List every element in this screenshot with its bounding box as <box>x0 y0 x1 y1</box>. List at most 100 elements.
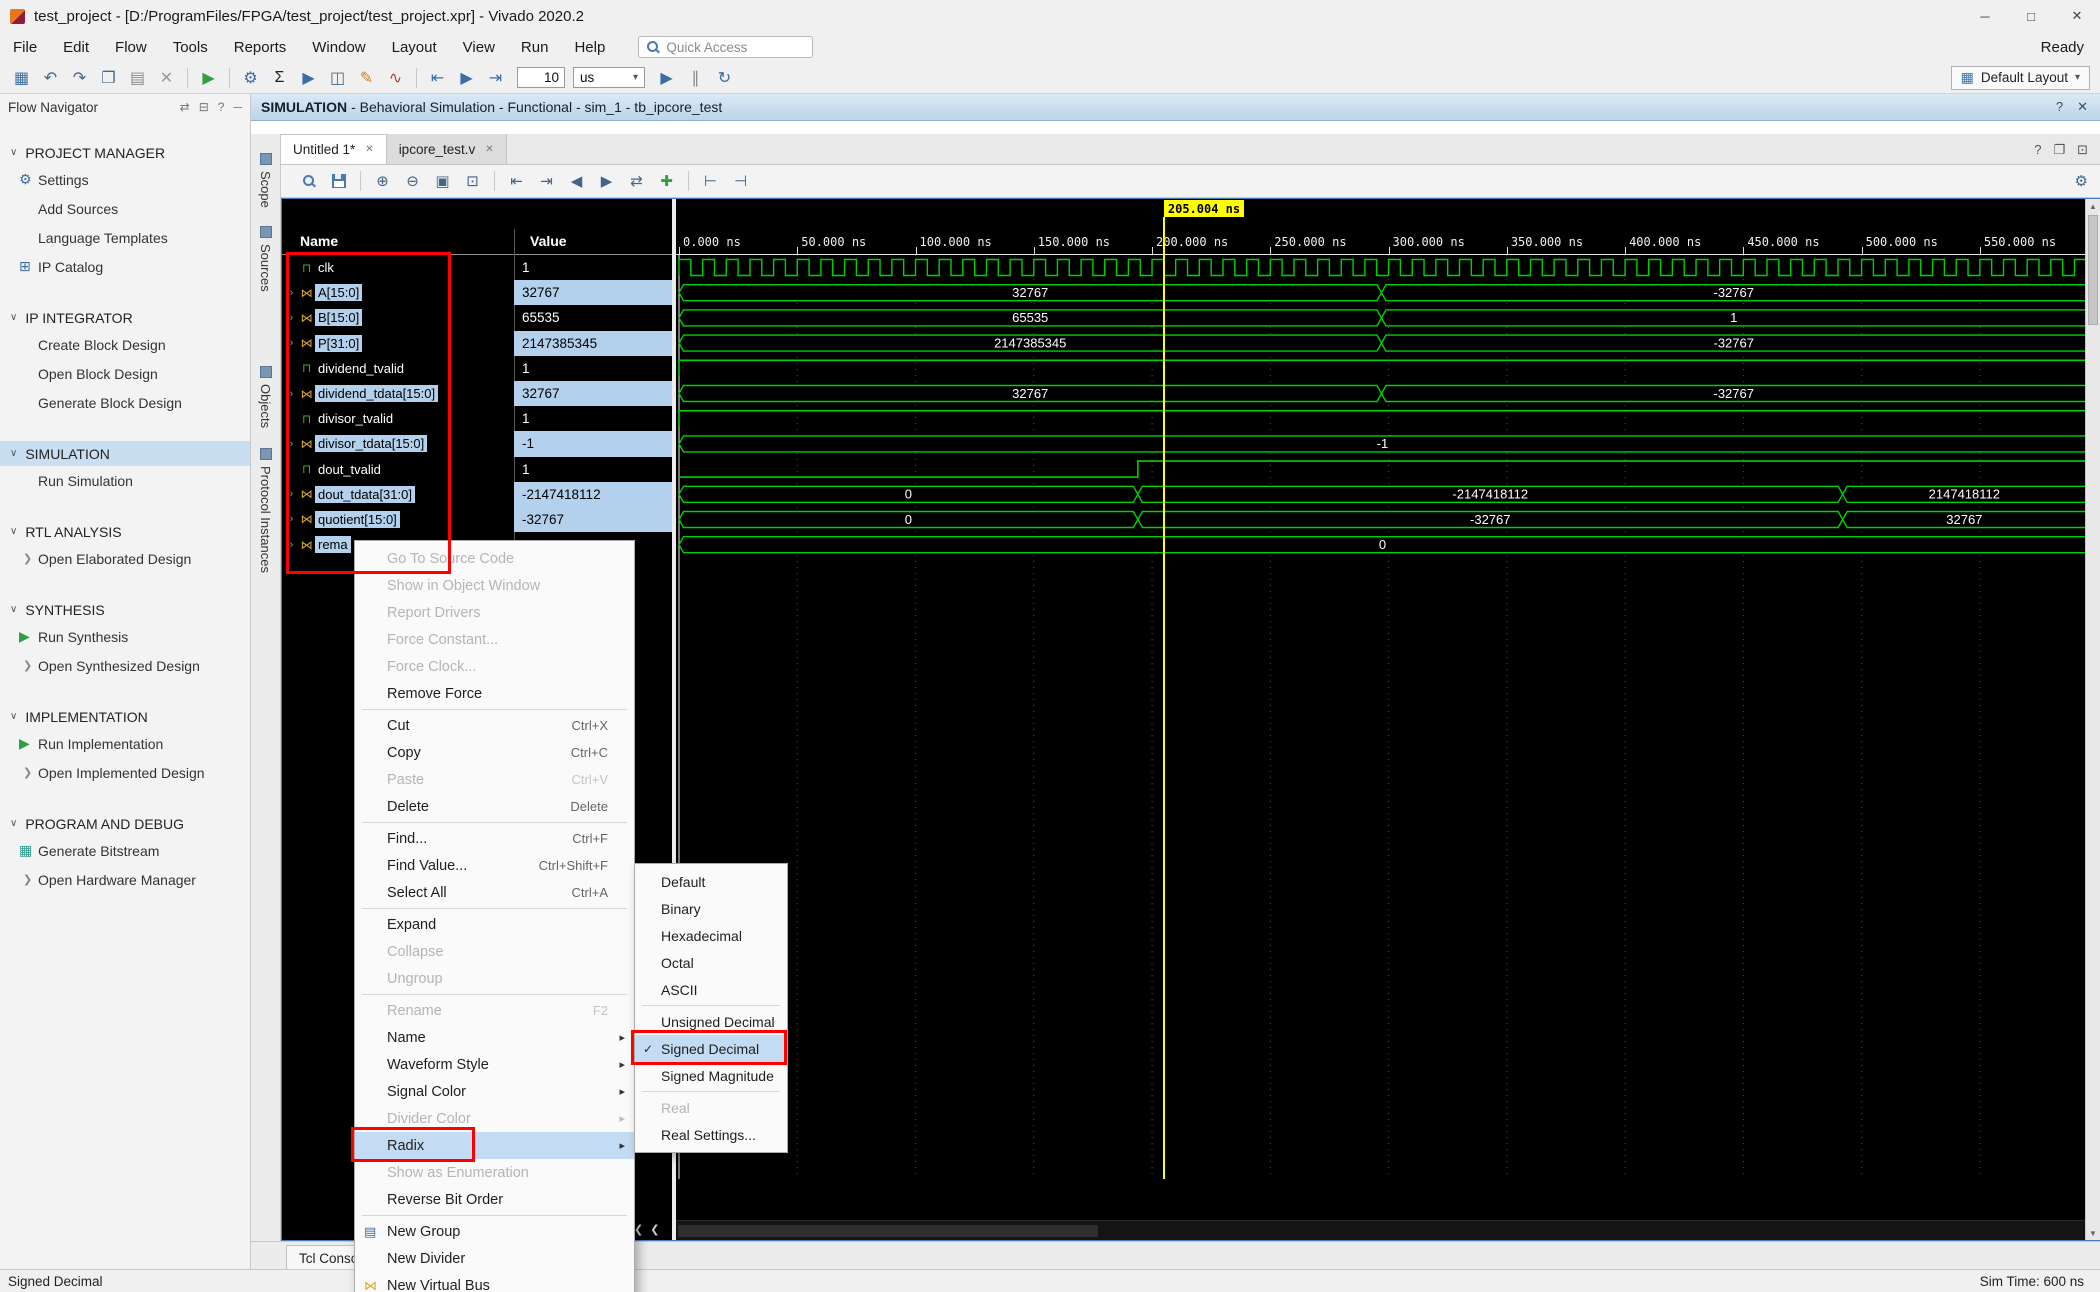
open-recent-icon[interactable]: ▦ <box>8 65 35 91</box>
flow-item-settings[interactable]: ⚙Settings <box>0 165 250 194</box>
signal-value-cell[interactable]: -2147418112 <box>514 482 672 507</box>
menu-item-remove-force[interactable]: Remove Force <box>355 680 634 707</box>
help-icon[interactable]: ? <box>2034 142 2041 158</box>
flow-section-header-synthesis[interactable]: ∨SYNTHESIS <box>0 597 250 622</box>
time-unit-select[interactable]: us ▾ <box>573 67 645 88</box>
edit-constraints-icon[interactable]: ✎ <box>353 65 380 91</box>
menubar-layout[interactable]: Layout <box>379 32 450 62</box>
go-to-time-zero-icon[interactable]: ⇤ <box>503 168 530 194</box>
flow-item-open-elaborated-design[interactable]: ❯Open Elaborated Design <box>0 544 250 573</box>
menu-item-signal-color[interactable]: Signal Color▸ <box>355 1078 634 1105</box>
flow-section-header-rtl-analysis[interactable]: ∨RTL ANALYSIS <box>0 519 250 544</box>
flow-item-ip-catalog[interactable]: ⊞IP Catalog <box>0 252 250 281</box>
signal-name-row-dout-tdata-31-0[interactable]: ›⋈dout_tdata[31:0] <box>282 482 514 507</box>
signal-value-cell[interactable]: 32767 <box>514 280 672 305</box>
close-icon[interactable]: ✕ <box>485 144 493 155</box>
side-tab-scope[interactable]: Scope <box>251 148 280 213</box>
flow-item-open-block-design[interactable]: Open Block Design <box>0 359 250 388</box>
expand-chevron-icon[interactable]: › <box>285 388 298 400</box>
run-icon[interactable]: ▶ <box>195 65 222 91</box>
radix-option-octal[interactable]: Octal <box>635 949 787 976</box>
relaunch-simulation-icon[interactable]: ↻ <box>711 65 738 91</box>
paste-icon[interactable]: ▤ <box>124 65 151 91</box>
expand-chevron-icon[interactable]: › <box>285 287 298 299</box>
undo-icon[interactable]: ↶ <box>37 65 64 91</box>
menubar-edit[interactable]: Edit <box>50 32 102 62</box>
previous-transition-icon[interactable]: ◀ <box>563 168 590 194</box>
signal-value-cell[interactable]: 1 <box>514 356 672 381</box>
collapse-arrow-icon[interactable]: ∨ <box>10 147 17 158</box>
flow-section-header-ip-integrator[interactable]: ∨IP INTEGRATOR <box>0 305 250 330</box>
flow-item-run-implementation[interactable]: ▶Run Implementation <box>0 729 250 758</box>
flow-item-open-synthesized-design[interactable]: ❯Open Synthesized Design <box>0 651 250 680</box>
menu-item-new-virtual-bus[interactable]: ⋈New Virtual Bus <box>355 1272 634 1292</box>
simulate-icon[interactable]: ▶ <box>295 65 322 91</box>
radix-option-binary[interactable]: Binary <box>635 895 787 922</box>
flow-section-header-project-manager[interactable]: ∨PROJECT MANAGER <box>0 140 250 165</box>
simulation-time-input[interactable]: 10 <box>517 67 565 88</box>
hold-marker-icon[interactable]: ⊣ <box>727 168 754 194</box>
find-icon[interactable] <box>295 168 322 194</box>
horizontal-scrollbar[interactable] <box>676 1220 2085 1240</box>
menubar-help[interactable]: Help <box>561 32 618 62</box>
menu-item-find-value[interactable]: Find Value...Ctrl+Shift+F <box>355 852 634 879</box>
radix-option-ascii[interactable]: ASCII <box>635 976 787 1003</box>
side-tab-objects[interactable]: Objects <box>251 361 280 433</box>
menubar-reports[interactable]: Reports <box>221 32 300 62</box>
menu-item-delete[interactable]: DeleteDelete <box>355 793 634 820</box>
signal-name-row-dout-tvalid[interactable]: ⊓dout_tvalid <box>282 457 514 482</box>
go-to-last-time-icon[interactable]: ⇥ <box>533 168 560 194</box>
menu-item-select-all[interactable]: Select AllCtrl+A <box>355 879 634 906</box>
tab-ipcore-test-v[interactable]: ipcore_test.v✕ <box>387 134 507 164</box>
menu-item-name[interactable]: Name▸ <box>355 1024 634 1051</box>
zoom-fit-icon[interactable]: ▣ <box>429 168 456 194</box>
report-summary-icon[interactable]: Σ <box>266 65 293 91</box>
restart-simulation-icon[interactable]: ⇤ <box>424 65 451 91</box>
time-cursor-line[interactable] <box>1163 217 1165 1179</box>
collapse-arrow-icon[interactable]: ∨ <box>10 711 17 722</box>
signal-name-row-divisor-tvalid[interactable]: ⊓divisor_tvalid <box>282 406 514 431</box>
menubar-file[interactable]: File <box>0 32 50 62</box>
collapse-arrow-icon[interactable]: ∨ <box>10 312 17 323</box>
flow-section-header-program-and-debug[interactable]: ∨PROGRAM AND DEBUG <box>0 811 250 836</box>
menubar-tools[interactable]: Tools <box>160 32 221 62</box>
close-button[interactable]: ✕ <box>2054 0 2100 32</box>
signal-name-row-dividend-tdata-15-0[interactable]: ›⋈dividend_tdata[15:0] <box>282 381 514 406</box>
signal-name-row-a-15-0[interactable]: ›⋈A[15:0] <box>282 280 514 305</box>
radix-option-hexadecimal[interactable]: Hexadecimal <box>635 922 787 949</box>
collapse-arrow-icon[interactable]: ∨ <box>10 604 17 615</box>
maximize-pane-icon[interactable]: ⊡ <box>2077 142 2088 158</box>
close-pane-icon[interactable]: ✕ <box>2077 99 2088 115</box>
copy-icon[interactable]: ❐ <box>95 65 122 91</box>
vertical-scrollbar-thumb[interactable] <box>2088 215 2098 325</box>
scroll-down-icon[interactable]: ▼ <box>2086 1226 2100 1240</box>
signal-value-cell[interactable]: 1 <box>514 406 672 431</box>
flow-item-run-simulation[interactable]: Run Simulation <box>0 466 250 495</box>
expand-chevron-icon[interactable]: › <box>285 513 298 525</box>
menubar-window[interactable]: Window <box>299 32 378 62</box>
help-icon[interactable]: ? <box>2056 99 2063 115</box>
zoom-to-cursor-icon[interactable]: ⊡ <box>459 168 486 194</box>
menu-item-cut[interactable]: CutCtrl+X <box>355 712 634 739</box>
horizontal-scrollbar-thumb[interactable] <box>678 1225 1098 1237</box>
run-for-time-icon[interactable]: ▶ <box>653 65 680 91</box>
swap-cursors-icon[interactable]: ⇄ <box>623 168 650 194</box>
collapse-arrow-icon[interactable]: ∨ <box>10 818 17 829</box>
flow-item-language-templates[interactable]: Language Templates <box>0 223 250 252</box>
redo-icon[interactable]: ↷ <box>66 65 93 91</box>
add-marker-icon[interactable]: ✚ <box>653 168 680 194</box>
tab-untitled-1[interactable]: Untitled 1*✕ <box>281 134 387 164</box>
run-all-icon[interactable]: ▶ <box>453 65 480 91</box>
flow-collapse-icon[interactable]: ⊟ <box>199 100 209 114</box>
flow-minimize-icon[interactable]: ─ <box>233 100 242 114</box>
signal-value-cell[interactable]: 65535 <box>514 305 672 330</box>
menu-item-expand[interactable]: Expand <box>355 911 634 938</box>
signal-name-row-clk[interactable]: ⊓clk <box>282 255 514 280</box>
scroll-up-icon[interactable]: ▲ <box>2086 199 2100 213</box>
flow-section-header-implementation[interactable]: ∨IMPLEMENTATION <box>0 704 250 729</box>
collapse-arrow-icon[interactable]: ∨ <box>10 526 17 537</box>
signal-value-cell[interactable]: 2147385345 <box>514 331 672 356</box>
radix-option-signed-decimal[interactable]: ✓Signed Decimal <box>635 1035 787 1062</box>
collapse-columns-chevrons[interactable]: ❮ ❮ <box>634 1223 659 1236</box>
step-icon[interactable]: ⇥ <box>482 65 509 91</box>
